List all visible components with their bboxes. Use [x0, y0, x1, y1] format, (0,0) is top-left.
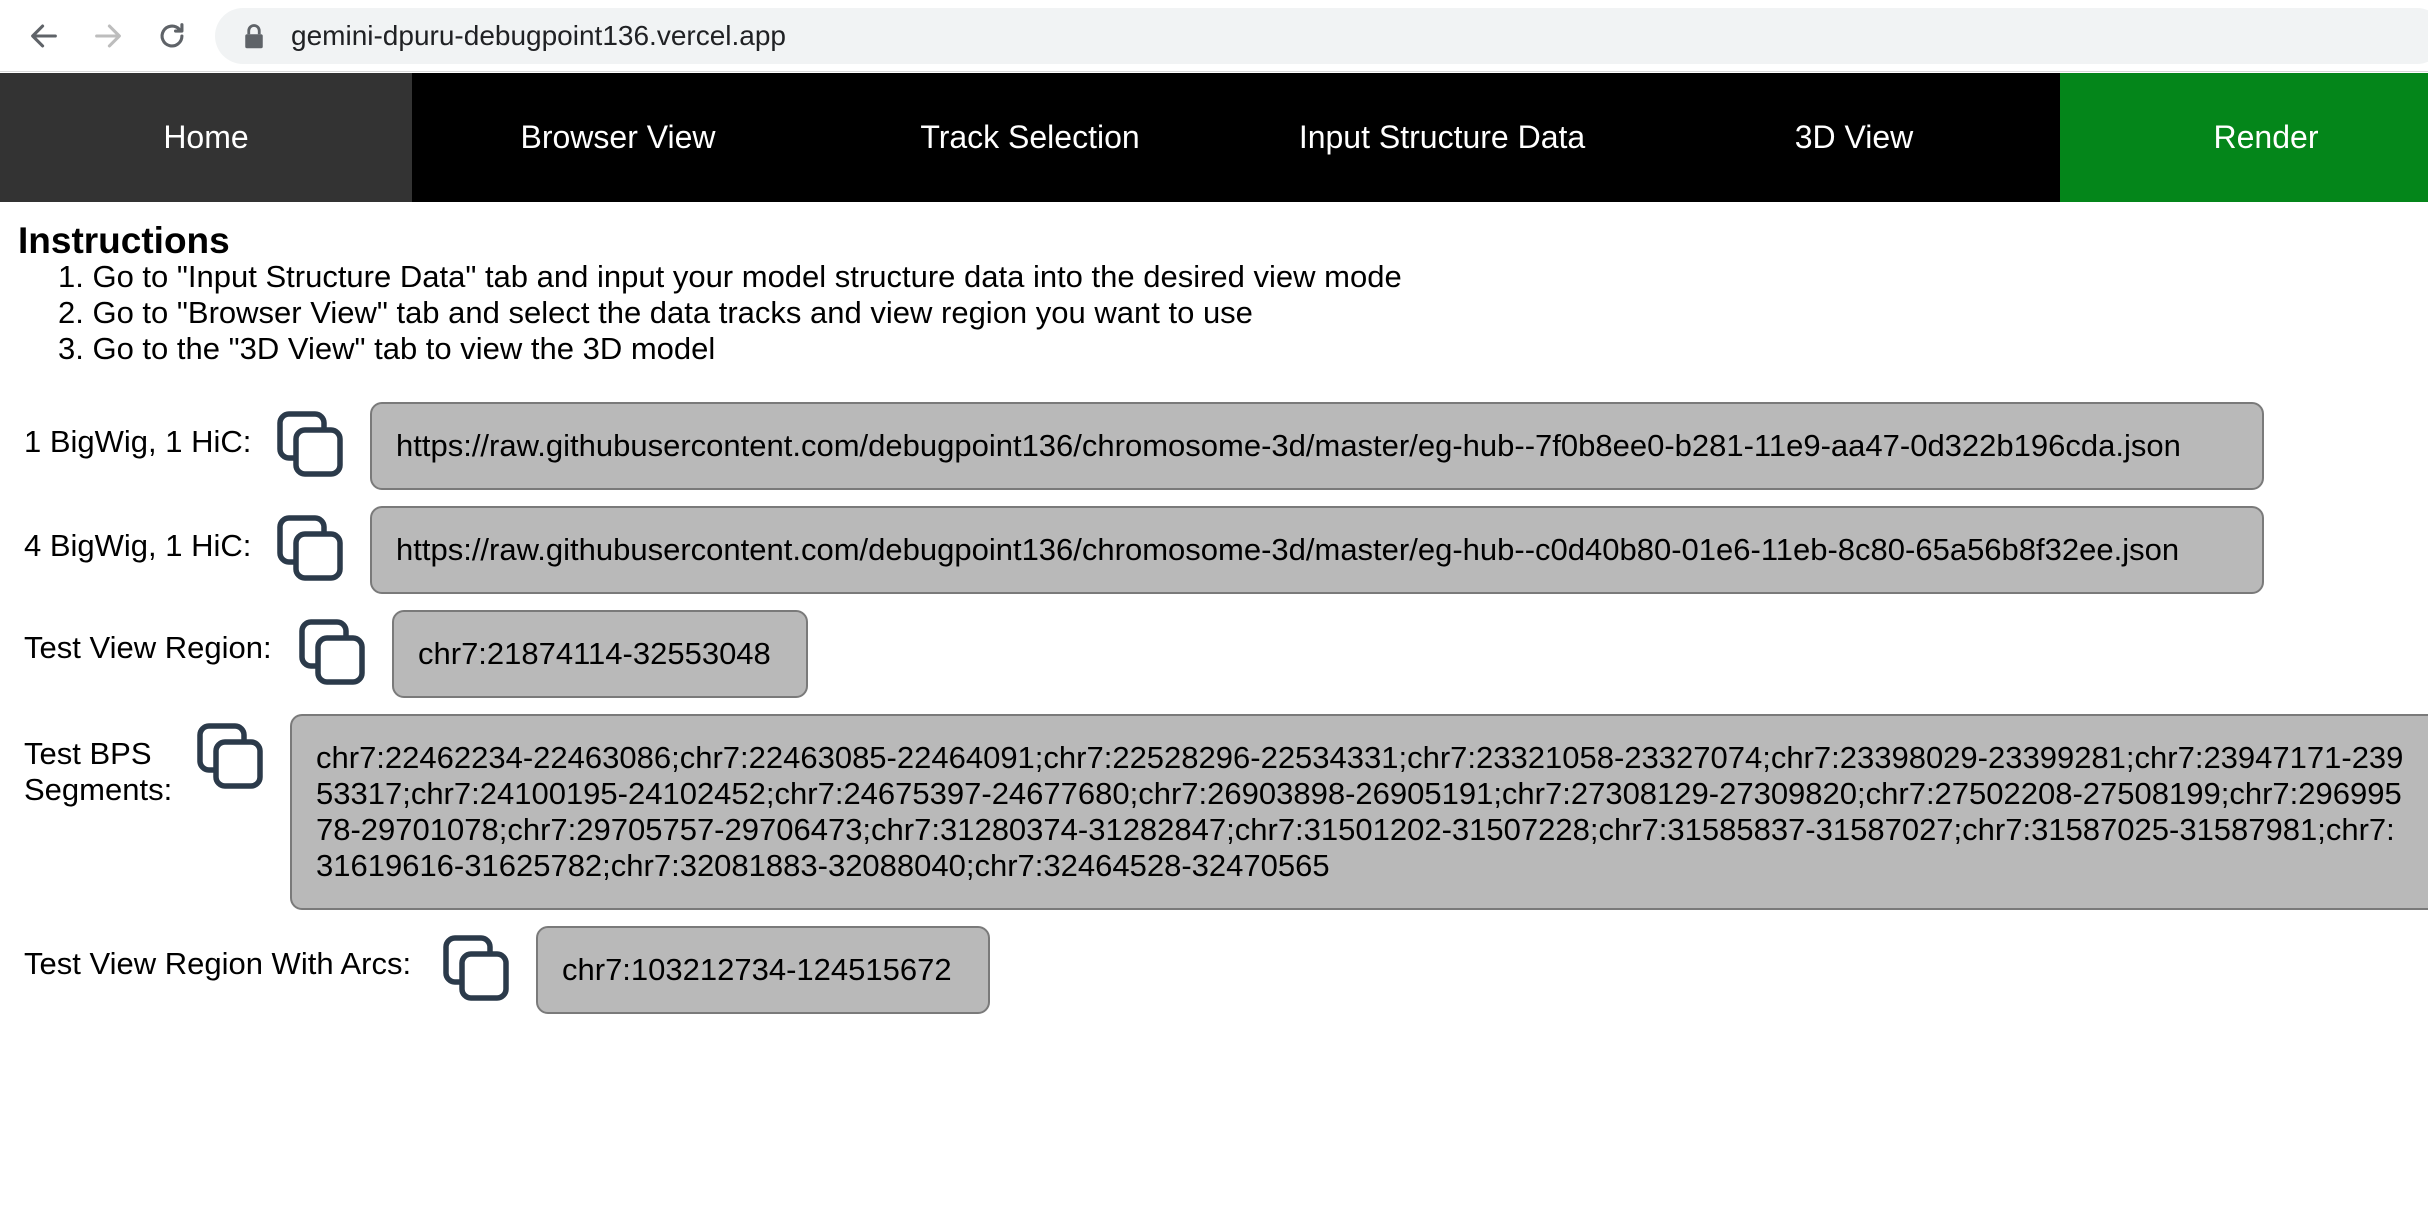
test-bps-segments-field[interactable]: chr7:22462234-22463086;chr7:22463085-224…	[290, 714, 2428, 910]
arrow-right-icon	[95, 24, 121, 48]
tab-home[interactable]: Home	[0, 73, 412, 202]
lock-icon	[245, 24, 263, 49]
row-label-test-bps-segments: Test BPS Segments:	[24, 736, 173, 807]
row-label-1-bigwig: 1 BigWig, 1 HiC:	[24, 424, 252, 459]
row-label-test-view-region-arcs: Test View Region With Arcs:	[24, 946, 412, 981]
copy-icon[interactable]	[442, 934, 510, 1002]
tab-browser-view[interactable]: Browser View	[412, 73, 824, 202]
main-content: Instructions 1. Go to "Input Structure D…	[0, 202, 2428, 1220]
copy-icon[interactable]	[276, 514, 344, 582]
arrow-left-icon	[31, 24, 57, 48]
copy-icon[interactable]	[298, 618, 366, 686]
test-view-region-field[interactable]: chr7:21874114-32553048	[392, 610, 808, 698]
copy-icon[interactable]	[196, 722, 264, 790]
instructions-title: Instructions	[18, 220, 230, 261]
reload-button[interactable]	[148, 12, 196, 60]
reload-icon	[160, 23, 184, 48]
tab-input-structure-data[interactable]: Input Structure Data	[1236, 73, 1648, 202]
row-label-test-view-region: Test View Region:	[24, 630, 272, 665]
back-button[interactable]	[20, 12, 68, 60]
hub-url-1-bigwig-field[interactable]: https://raw.githubusercontent.com/debugp…	[370, 402, 2264, 490]
tab-3d-view[interactable]: 3D View	[1648, 73, 2060, 202]
row-label-4-bigwig: 4 BigWig, 1 HiC:	[24, 528, 252, 563]
hub-url-4-bigwig-field[interactable]: https://raw.githubusercontent.com/debugp…	[370, 506, 2264, 594]
app-nav-bar: Home Browser View Track Selection Input …	[0, 73, 2428, 202]
address-bar[interactable]: gemini-dpuru-debugpoint136.vercel.app	[215, 8, 2428, 64]
url-text: gemini-dpuru-debugpoint136.vercel.app	[291, 20, 787, 51]
instructions-list: 1. Go to "Input Structure Data" tab and …	[58, 259, 1402, 367]
test-view-region-arcs-field[interactable]: chr7:103212734-124515672	[536, 926, 990, 1014]
tab-track-selection[interactable]: Track Selection	[824, 73, 1236, 202]
instruction-step: 3. Go to the "3D View" tab to view the 3…	[58, 331, 716, 366]
tab-render[interactable]: Render	[2060, 73, 2428, 202]
forward-button[interactable]	[84, 12, 132, 60]
instruction-step: 2. Go to "Browser View" tab and select t…	[58, 295, 1253, 330]
browser-toolbar: gemini-dpuru-debugpoint136.vercel.app	[0, 0, 2428, 72]
copy-icon[interactable]	[276, 410, 344, 478]
instruction-step: 1. Go to "Input Structure Data" tab and …	[58, 259, 1402, 294]
